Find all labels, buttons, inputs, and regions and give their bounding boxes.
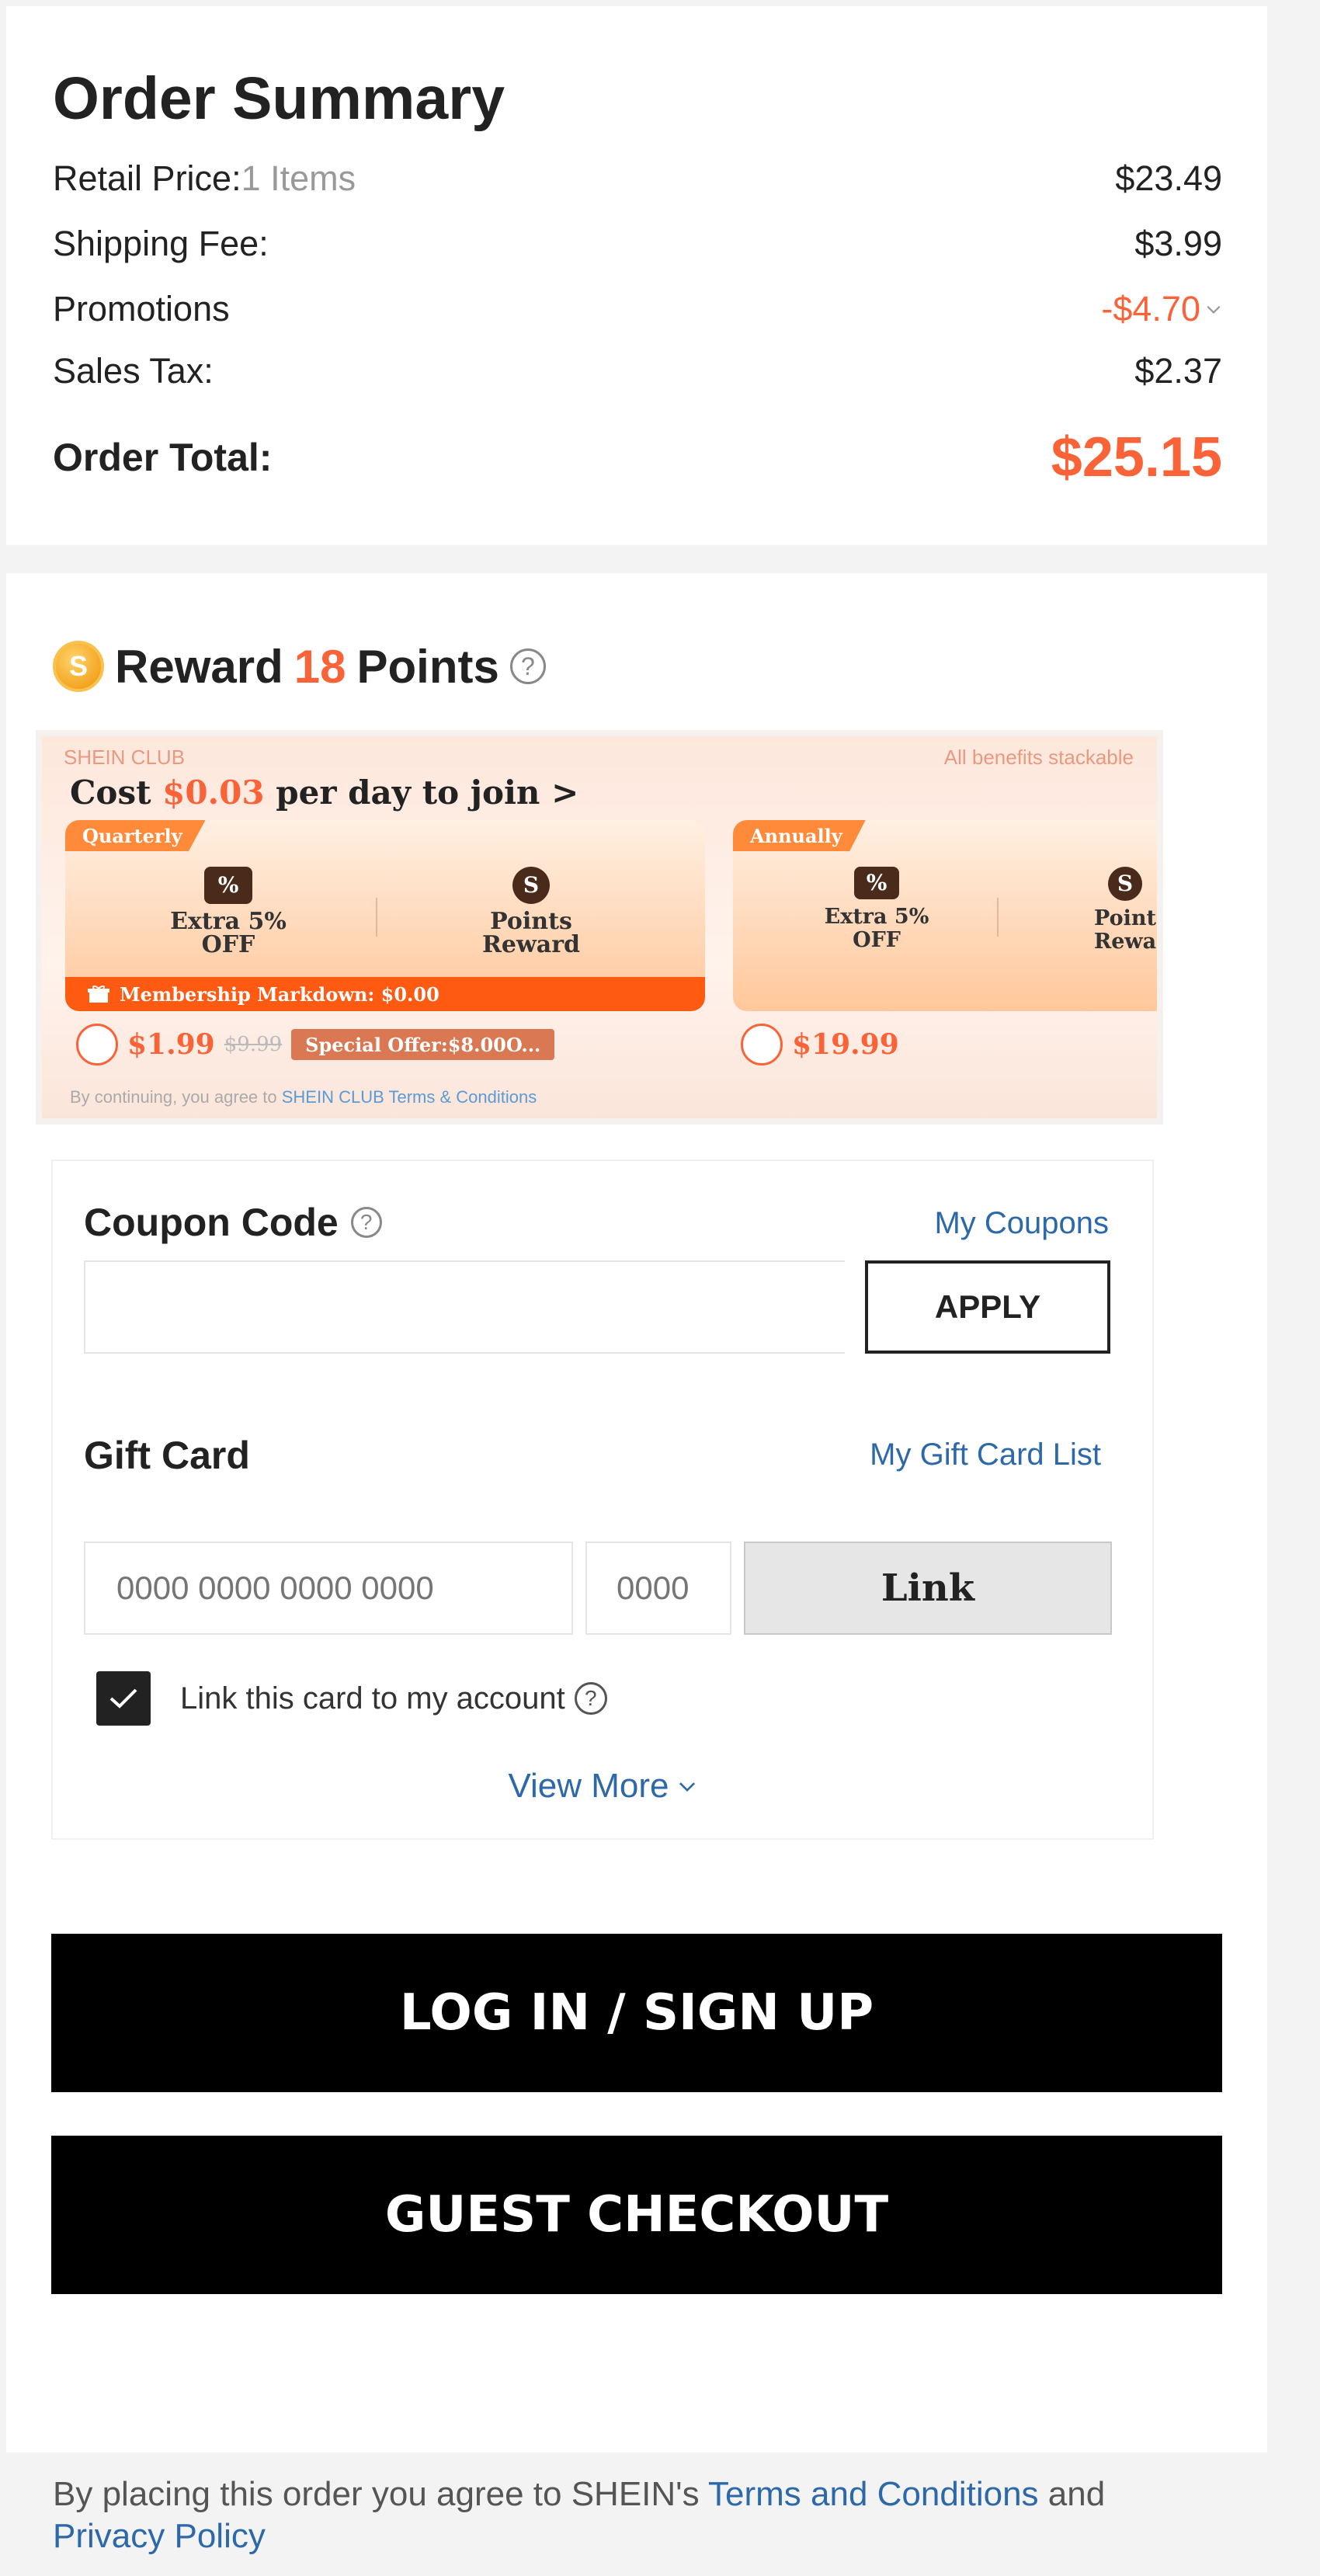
gift-card-label: Gift Card [84, 1434, 250, 1477]
my-coupons-link[interactable]: My Coupons [934, 1206, 1109, 1241]
club-terms-link[interactable]: SHEIN CLUB Terms & Conditions [282, 1087, 537, 1107]
club-daily-price: $0.03 [162, 773, 265, 812]
order-total-label: Order Total: [53, 436, 273, 479]
legal-notice: By placing this order you agree to SHEIN… [53, 2475, 1106, 2555]
login-signup-button[interactable]: LOG IN / SIGN UP [51, 1934, 1222, 2092]
help-icon[interactable]: ? [350, 1207, 382, 1238]
club-stackable: All benefits stackable [943, 746, 1134, 769]
membership-markdown: Membership Markdown: $0.00 [65, 977, 705, 1011]
quarterly-radio[interactable] [76, 1024, 118, 1066]
reward-points: S Reward 18 Points ? [53, 635, 546, 697]
my-gift-card-list-link[interactable]: My Gift Card List [870, 1437, 1101, 1472]
annual-price-option[interactable]: $19.99 [741, 1024, 899, 1066]
retail-price-value: $23.49 [1115, 158, 1222, 198]
chevron-down-icon [679, 1782, 695, 1792]
reward-points-value: 18 [294, 640, 346, 693]
coupon-code-input[interactable] [84, 1260, 845, 1354]
order-summary-title: Order Summary [53, 65, 505, 132]
sales-tax-value: $2.37 [1134, 351, 1222, 391]
check-icon [109, 1688, 137, 1709]
sales-tax-row: Sales Tax: $2.37 [53, 351, 1222, 391]
apply-coupon-button[interactable]: APPLY [865, 1260, 1110, 1354]
link-gift-card-button[interactable]: Link [744, 1542, 1112, 1635]
discount-icon: % [204, 867, 252, 904]
shipping-fee-row: Shipping Fee: $3.99 [53, 224, 1222, 264]
promotions-value: -$4.70 [1101, 289, 1200, 329]
perk-discount: % Extra 5% OFF [151, 867, 306, 957]
special-offer-badge: Special Offer:$8.00O... [291, 1029, 555, 1060]
perk-points: S Point Rewa [1051, 867, 1157, 954]
perk-points: S Points Reward [453, 867, 609, 957]
points-icon: S [1108, 867, 1142, 901]
retail-items-count: 1 Items [241, 158, 356, 198]
shipping-fee-value: $3.99 [1134, 224, 1222, 263]
club-plan-annually[interactable]: Annually % Extra 5% OFF S Point Rewa [733, 820, 1157, 1011]
quarterly-price: $1.99 [127, 1028, 215, 1061]
annual-radio[interactable] [741, 1024, 783, 1066]
codes-panel: Coupon Code ? My Coupons APPLY Gift Card… [51, 1159, 1154, 1840]
quarterly-original-price: $9.99 [224, 1033, 283, 1056]
sales-tax-label: Sales Tax: [53, 351, 214, 391]
guest-checkout-button[interactable]: GUEST CHECKOUT [51, 2136, 1222, 2294]
points-icon: S [512, 867, 550, 904]
promotions-label: Promotions [53, 289, 230, 329]
perk-discount: % Extra 5% OFF [803, 867, 950, 952]
privacy-policy-link[interactable]: Privacy Policy [53, 2517, 266, 2555]
promotions-row[interactable]: Promotions -$4.70 [53, 289, 1222, 329]
retail-price-row: Retail Price:1 Items $23.49 [53, 158, 1222, 199]
retail-price-label: Retail Price: [53, 158, 241, 198]
club-terms: By continuing, you agree to SHEIN CLUB T… [70, 1087, 537, 1107]
plan-tag: Annually [733, 820, 866, 851]
link-card-label: Link this card to my account [180, 1681, 565, 1716]
coupon-code-label: Coupon Code ? [84, 1200, 382, 1245]
shein-club-banner: SHEIN CLUB All benefits stackable Cost $… [36, 730, 1163, 1125]
gift-card-number-input[interactable] [84, 1542, 573, 1635]
order-summary-card: Order Summary Retail Price:1 Items $23.4… [6, 6, 1267, 545]
gift-icon [88, 986, 109, 1003]
coin-icon: S [53, 641, 104, 692]
promotions-toggle[interactable]: -$4.70 [1101, 289, 1222, 329]
order-total-value: $25.15 [1051, 426, 1222, 488]
reward-suffix: Points [356, 640, 499, 693]
shipping-fee-label: Shipping Fee: [53, 224, 269, 263]
terms-link[interactable]: Terms and Conditions [708, 2475, 1039, 2513]
help-icon[interactable]: ? [574, 1682, 607, 1715]
view-more-link[interactable]: View More [53, 1767, 1152, 1806]
plan-tag: Quarterly [65, 820, 206, 851]
order-total-row: Order Total: $25.15 [53, 426, 1222, 489]
chevron-down-icon [1207, 305, 1221, 314]
link-card-checkbox[interactable] [96, 1671, 151, 1726]
annual-price: $19.99 [792, 1028, 899, 1061]
club-plan-quarterly[interactable]: Quarterly % Extra 5% OFF S Points Reward… [65, 820, 705, 1011]
club-brand: SHEIN CLUB [64, 746, 186, 769]
quarterly-price-option[interactable]: $1.99 $9.99 Special Offer:$8.00O... [76, 1024, 555, 1066]
gift-card-pin-input[interactable] [585, 1542, 731, 1635]
discount-icon: % [854, 867, 899, 899]
reward-prefix: Reward [115, 640, 283, 693]
club-headline[interactable]: Cost $0.03 per day to join > [70, 773, 578, 812]
help-icon[interactable]: ? [509, 648, 546, 684]
benefits-card: S Reward 18 Points ? SHEIN CLUB All bene… [6, 573, 1267, 2453]
link-card-option[interactable]: Link this card to my account ? [96, 1671, 607, 1726]
